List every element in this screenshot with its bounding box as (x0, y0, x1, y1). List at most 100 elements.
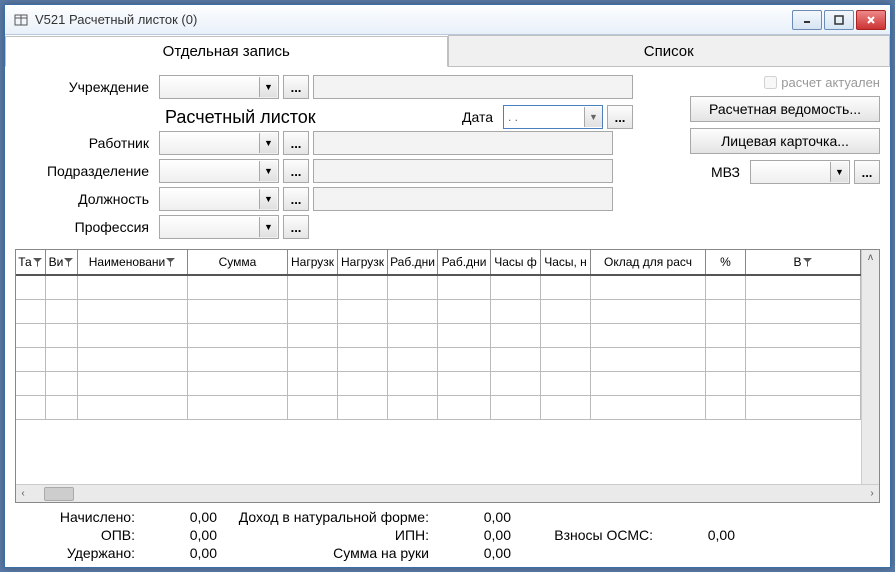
vertical-scrollbar[interactable]: ʌ (861, 250, 879, 484)
label-department: Подразделение (15, 163, 155, 179)
col-header[interactable]: Оклад для расч (591, 250, 706, 274)
close-button[interactable] (856, 10, 886, 30)
table-row[interactable] (16, 276, 861, 300)
table-row[interactable] (16, 396, 861, 420)
content-area: Учреждение ▼ ... Расчетный листок Дата .… (5, 67, 890, 567)
date-field[interactable]: . . ▼ (503, 105, 603, 129)
table-row[interactable] (16, 372, 861, 396)
department-display (313, 159, 613, 183)
app-icon (13, 12, 29, 28)
institution-dropdown[interactable]: ▼ (159, 75, 279, 99)
position-browse-button[interactable]: ... (283, 187, 309, 211)
filter-icon (32, 257, 43, 268)
chevron-down-icon: ▼ (830, 162, 848, 182)
tab-single-record[interactable]: Отдельная запись (5, 36, 448, 67)
label-date: Дата (462, 109, 499, 125)
value-net: 0,00 (441, 545, 511, 561)
label-net: Сумма на руки (229, 545, 429, 561)
col-header[interactable]: Раб.дни (438, 250, 491, 274)
label-withheld: Удержано: (15, 545, 135, 561)
col-header[interactable]: Ви (46, 250, 78, 274)
institution-browse-button[interactable]: ... (283, 75, 309, 99)
position-dropdown[interactable]: ▼ (159, 187, 279, 211)
date-browse-button[interactable]: ... (607, 105, 633, 129)
value-ipn: 0,00 (441, 527, 511, 543)
col-header[interactable]: Нагрузк (338, 250, 388, 274)
value-accrued: 0,00 (147, 509, 217, 525)
col-header[interactable]: Нагрузк (288, 250, 338, 274)
date-value: . . (508, 110, 518, 124)
col-header[interactable]: Наименовани (78, 250, 188, 274)
chevron-down-icon: ▼ (259, 133, 277, 153)
app-window: V521 Расчетный листок (0) Отдельная запи… (4, 4, 891, 568)
minimize-button[interactable] (792, 10, 822, 30)
value-withheld: 0,00 (147, 545, 217, 561)
personal-card-button[interactable]: Лицевая карточка... (690, 128, 880, 154)
mvz-browse-button[interactable]: ... (854, 160, 880, 184)
position-display (313, 187, 613, 211)
filter-icon (63, 257, 74, 268)
department-browse-button[interactable]: ... (283, 159, 309, 183)
right-column: расчет актуален Расчетная ведомость... Л… (690, 75, 880, 243)
chevron-down-icon: ▼ (584, 107, 602, 127)
profession-browse-button[interactable]: ... (283, 215, 309, 239)
grid-body[interactable] (16, 276, 861, 484)
table-row[interactable] (16, 300, 861, 324)
summary-panel: Начислено: 0,00 Доход в натуральной форм… (15, 509, 880, 561)
chevron-down-icon: ▼ (259, 189, 277, 209)
employee-browse-button[interactable]: ... (283, 131, 309, 155)
checkbox-label: расчет актуален (781, 75, 880, 90)
profession-dropdown[interactable]: ▼ (159, 215, 279, 239)
maximize-button[interactable] (824, 10, 854, 30)
col-header[interactable]: % (706, 250, 746, 274)
label-institution: Учреждение (15, 79, 155, 95)
label-accrued: Начислено: (15, 509, 135, 525)
tab-list[interactable]: Список (448, 35, 891, 66)
payroll-sheet-button[interactable]: Расчетная ведомость... (690, 96, 880, 122)
grid-header: Та Ви Наименовани Сумма Нагрузк Нагрузк … (16, 250, 861, 276)
mvz-dropdown[interactable]: ▼ (750, 160, 850, 184)
institution-display (313, 75, 633, 99)
col-header[interactable]: Раб.дни (388, 250, 438, 274)
label-profession: Профессия (15, 219, 155, 235)
form-area: Учреждение ▼ ... Расчетный листок Дата .… (15, 75, 880, 243)
chevron-down-icon: ▼ (259, 77, 277, 97)
label-income-kind: Доход в натуральной форме: (229, 509, 429, 525)
scroll-right-icon: › (865, 487, 879, 501)
checkbox-icon (764, 76, 777, 89)
chevron-down-icon: ▼ (259, 161, 277, 181)
col-header[interactable]: В (746, 250, 861, 274)
col-header[interactable]: Сумма (188, 250, 288, 274)
filter-icon (802, 257, 813, 268)
filter-icon (165, 257, 176, 268)
horizontal-scrollbar[interactable]: ‹ › (16, 484, 879, 502)
col-header[interactable]: Часы, н (541, 250, 591, 274)
data-grid: Та Ви Наименовани Сумма Нагрузк Нагрузк … (15, 249, 880, 503)
employee-display (313, 131, 613, 155)
value-opv: 0,00 (147, 527, 217, 543)
col-header[interactable]: Часы ф (491, 250, 541, 274)
chevron-down-icon: ▼ (259, 217, 277, 237)
calc-actual-checkbox[interactable]: расчет актуален (764, 75, 880, 90)
label-osms: Взносы ОСМС: (523, 527, 653, 543)
label-ipn: ИПН: (229, 527, 429, 543)
value-income-kind: 0,00 (441, 509, 511, 525)
label-position: Должность (15, 191, 155, 207)
employee-dropdown[interactable]: ▼ (159, 131, 279, 155)
table-row[interactable] (16, 324, 861, 348)
scroll-left-icon: ‹ (16, 487, 30, 501)
department-dropdown[interactable]: ▼ (159, 159, 279, 183)
label-opv: ОПВ: (15, 527, 135, 543)
value-osms: 0,00 (665, 527, 735, 543)
left-form: Учреждение ▼ ... Расчетный листок Дата .… (15, 75, 633, 243)
window-controls (792, 10, 886, 30)
tab-bar: Отдельная запись Список (5, 35, 890, 67)
col-header[interactable]: Та (16, 250, 46, 274)
table-row[interactable] (16, 348, 861, 372)
titlebar: V521 Расчетный листок (0) (5, 5, 890, 35)
window-title: V521 Расчетный листок (0) (35, 12, 792, 27)
section-title: Расчетный листок (15, 107, 316, 128)
scroll-thumb[interactable] (44, 487, 74, 501)
label-mvz: МВЗ (711, 164, 746, 180)
label-employee: Работник (15, 135, 155, 151)
